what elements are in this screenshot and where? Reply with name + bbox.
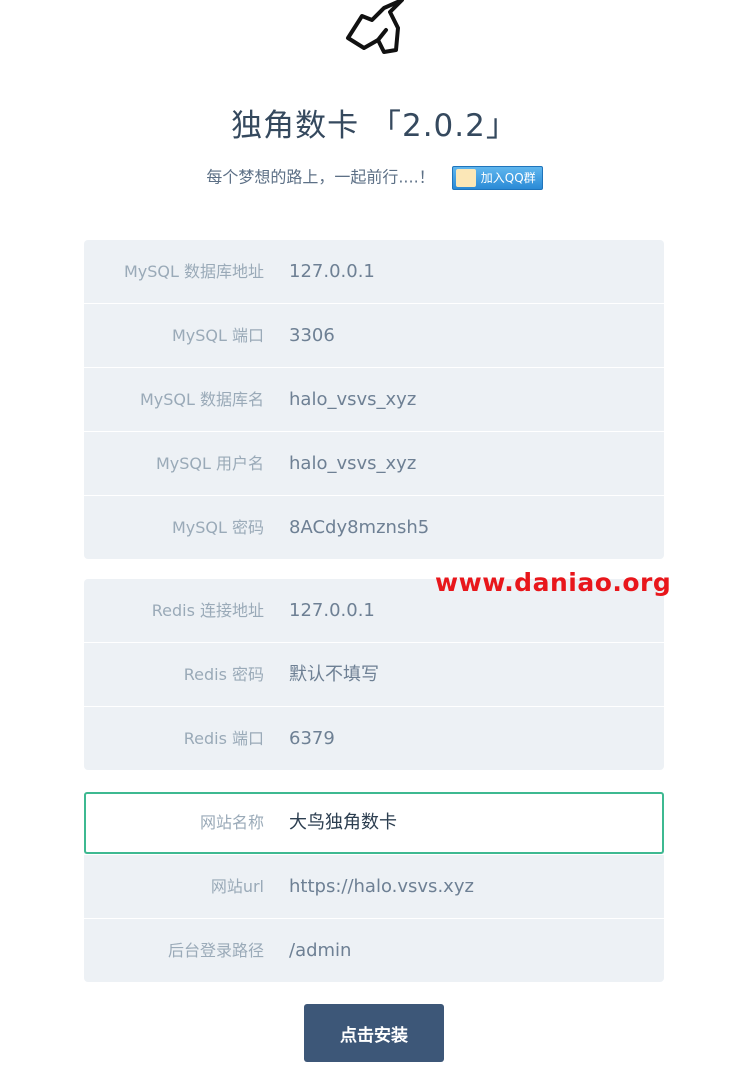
subtitle-row: 每个梦想的路上，一起前行....！ 加入QQ群	[0, 165, 749, 190]
mysql-username-input[interactable]	[289, 432, 649, 495]
redis-settings-card: Redis 连接地址 Redis 密码 Redis 端口	[84, 579, 664, 770]
mysql-host-input[interactable]	[289, 240, 649, 303]
mysql-password-label: MySQL 密码	[171, 518, 264, 537]
mysql-port-input[interactable]	[289, 304, 649, 367]
redis-password-input[interactable]	[289, 643, 649, 706]
redis-port-row: Redis 端口	[84, 706, 664, 770]
mysql-username-row: MySQL 用户名	[84, 431, 664, 495]
site-url-input[interactable]	[289, 855, 649, 918]
redis-port-label: Redis 端口	[183, 729, 264, 748]
admin-path-input[interactable]	[289, 919, 649, 982]
redis-host-label: Redis 连接地址	[151, 601, 264, 620]
mysql-database-input[interactable]	[289, 368, 649, 431]
mysql-port-label: MySQL 端口	[171, 326, 264, 345]
mysql-port-row: MySQL 端口	[84, 303, 664, 367]
site-url-label: 网站url	[210, 877, 264, 896]
watermark-text: www.daniao.org	[435, 568, 672, 597]
unicorn-logo-icon	[346, 0, 404, 54]
mysql-host-label: MySQL 数据库地址	[123, 262, 264, 281]
install-button[interactable]: 点击安装	[304, 1004, 444, 1062]
qq-group-icon	[455, 168, 476, 187]
mysql-password-input[interactable]	[289, 496, 649, 559]
subtitle-text: 每个梦想的路上，一起前行....！	[206, 167, 435, 187]
site-name-label: 网站名称	[199, 813, 264, 832]
mysql-username-label: MySQL 用户名	[155, 454, 264, 473]
mysql-host-row: MySQL 数据库地址	[84, 240, 664, 303]
page-title: 独角数卡 「2.0.2」	[231, 108, 518, 144]
redis-port-input[interactable]	[289, 707, 649, 770]
mysql-database-row: MySQL 数据库名	[84, 367, 664, 431]
mysql-database-label: MySQL 数据库名	[139, 390, 264, 409]
mysql-password-row: MySQL 密码	[84, 495, 664, 559]
site-name-row: 网站名称	[84, 792, 664, 854]
redis-password-label: Redis 密码	[183, 665, 264, 684]
join-qq-group-button[interactable]: 加入QQ群	[451, 165, 543, 190]
site-name-input[interactable]	[289, 794, 649, 852]
admin-path-row: 后台登录路径	[84, 918, 664, 982]
join-qq-group-label: 加入QQ群	[480, 170, 536, 185]
mysql-settings-card: MySQL 数据库地址 MySQL 端口 MySQL 数据库名 MySQL 用户…	[84, 240, 664, 559]
admin-path-label: 后台登录路径	[167, 941, 264, 960]
redis-password-row: Redis 密码	[84, 642, 664, 706]
site-settings-card: 网站名称 网站url 后台登录路径	[84, 792, 664, 982]
site-url-row: 网站url	[84, 854, 664, 918]
